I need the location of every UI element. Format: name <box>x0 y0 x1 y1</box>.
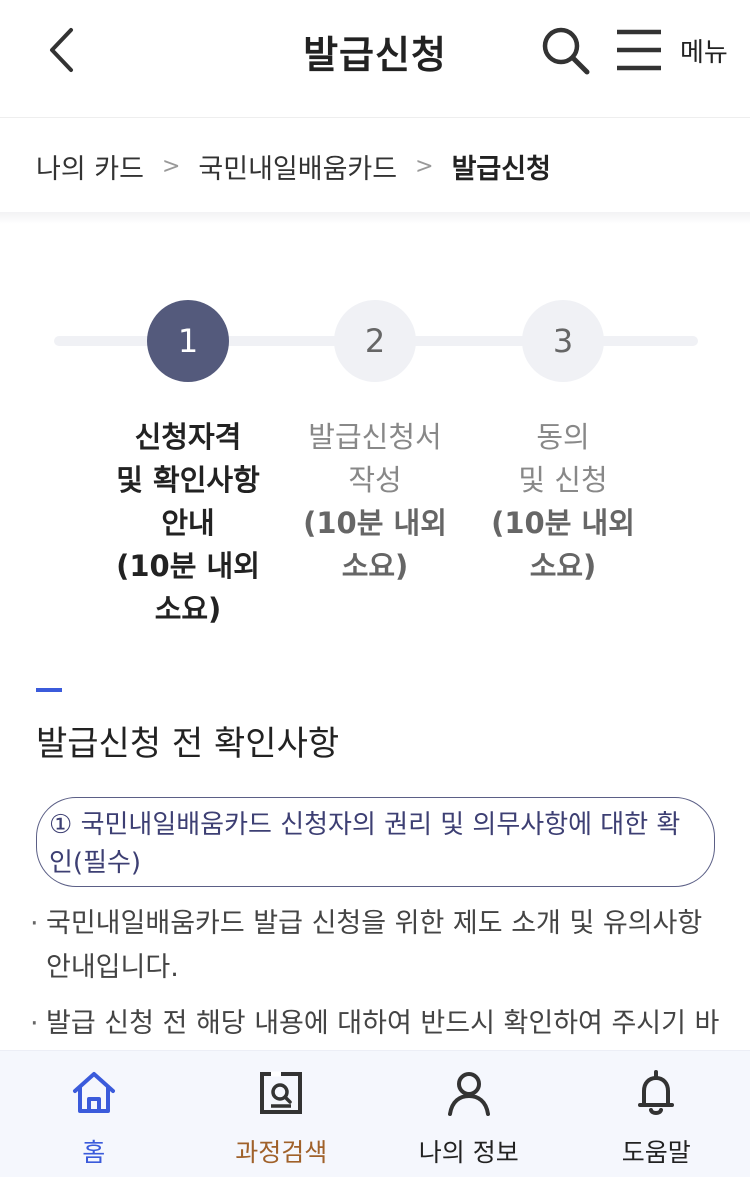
required-notice-toggle[interactable]: ① 국민내일배움카드 신청자의 권리 및 의무사항에 대한 확 인(필수) <box>36 797 715 887</box>
bullet-dot-icon: · <box>30 908 39 939</box>
step-number-badge: 3 <box>522 300 604 382</box>
nav-item-home[interactable]: 홈 <box>0 1051 188 1177</box>
nav-label: 과정검색 <box>235 1138 328 1167</box>
nav-item-help[interactable]: 도움말 <box>563 1051 750 1177</box>
course-search-icon <box>255 1067 307 1119</box>
nav-label: 도움말 <box>621 1138 691 1167</box>
home-icon <box>68 1067 120 1119</box>
menu-label: 메뉴 <box>680 37 728 68</box>
notice-text-line: ① 국민내일배움카드 신청자의 권리 및 의무사항에 대한 확 <box>49 810 681 840</box>
list-item: · 발급 신청 전 해당 내용에 대하여 반드시 확인하여 주시기 바 <box>30 1002 720 1046</box>
breadcrumb-separator: > <box>161 153 181 179</box>
step-number-badge: 2 <box>334 300 416 382</box>
divider <box>0 212 750 224</box>
step-label: 신청자격 및 확인사항 안내 <box>116 420 260 540</box>
list-item: · 국민내일배움카드 발급 신청을 위한 제도 소개 및 유의사항 안내입니다. <box>30 902 720 990</box>
nav-item-my-info[interactable]: 나의 정보 <box>375 1051 563 1177</box>
step-number-badge: 1 <box>147 300 229 382</box>
section-title: 발급신청 전 확인사항 <box>36 724 340 764</box>
nav-label: 나의 정보 <box>418 1138 519 1167</box>
menu-button[interactable]: 메뉴 <box>614 22 740 78</box>
breadcrumb-current: 발급신청 <box>451 153 551 185</box>
breadcrumb-separator: > <box>415 153 434 179</box>
info-bullet-list: · 국민내일배움카드 발급 신청을 위한 제도 소개 및 유의사항 안내입니다.… <box>30 902 720 1058</box>
nav-label: 홈 <box>82 1138 106 1167</box>
step-label: 발급신청서 작성 <box>308 420 442 497</box>
step-duration: (10분 내외 소요) <box>491 506 635 583</box>
notice-text-line: 인(필수) <box>49 848 142 878</box>
step-2: 2 발급신청서 작성 (10분 내외 소요) <box>295 296 455 588</box>
section-accent-bar <box>36 688 62 692</box>
breadcrumb-item-my-card[interactable]: 나의 카드 <box>36 147 144 186</box>
step-3: 3 동의 및 신청 (10분 내외 소요) <box>483 296 643 588</box>
app-header: 발급신청 메뉴 <box>0 0 750 118</box>
bell-icon <box>630 1067 682 1119</box>
step-1: 1 신청자격 및 확인사항 안내 (10분 내외 소요) <box>108 296 268 631</box>
progress-stepper: 1 신청자격 및 확인사항 안내 (10분 내외 소요) 2 발급신청서 작성 … <box>0 296 750 636</box>
search-button[interactable] <box>536 22 594 78</box>
search-icon <box>542 27 590 75</box>
person-icon <box>443 1067 495 1119</box>
step-duration: (10분 내외 소요) <box>116 549 260 626</box>
bottom-navigation: 홈 과정검색 나의 정보 도움말 <box>0 1050 750 1177</box>
hamburger-menu-icon <box>617 29 661 71</box>
breadcrumb: 나의 카드 > 국민내일배움카드 > 발급신청 <box>0 119 750 213</box>
step-label: 동의 및 신청 <box>518 420 608 497</box>
bullet-dot-icon: · <box>30 1008 39 1039</box>
step-duration: (10분 내외 소요) <box>303 506 447 583</box>
nav-item-course-search[interactable]: 과정검색 <box>188 1051 376 1177</box>
breadcrumb-item-card-name[interactable]: 국민내일배움카드 <box>198 147 397 186</box>
